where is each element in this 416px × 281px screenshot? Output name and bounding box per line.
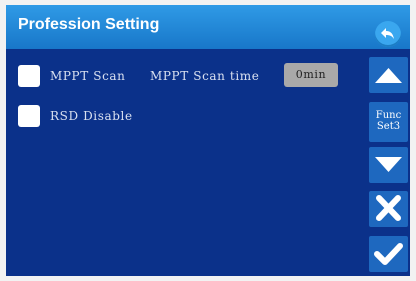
rsd-disable-label: RSD Disable	[50, 109, 133, 123]
rsd-disable-checkbox[interactable]	[18, 105, 40, 127]
header-bar: Profession Setting	[6, 5, 410, 49]
func-set3-button[interactable]: Func Set3	[369, 102, 408, 142]
mppt-scan-time-label: MPPT Scan time	[150, 69, 260, 83]
cancel-button[interactable]	[369, 191, 408, 227]
back-button[interactable]	[375, 21, 401, 47]
triangle-up-icon	[375, 68, 402, 83]
up-button[interactable]	[369, 57, 408, 93]
set3-label: Set3	[376, 121, 401, 132]
mppt-scan-label: MPPT Scan	[50, 69, 126, 83]
triangle-down-icon	[375, 157, 402, 172]
mppt-scan-checkbox[interactable]	[18, 65, 40, 87]
page-title: Profession Setting	[18, 16, 160, 33]
back-arrow-icon	[381, 28, 394, 39]
check-icon	[374, 243, 403, 265]
mppt-scan-time-field[interactable]: 0min	[284, 63, 338, 87]
func-label: Func	[375, 110, 402, 121]
down-button[interactable]	[369, 147, 408, 183]
screen: Profession Setting MPPT Scan MPPT Scan t…	[6, 5, 410, 276]
confirm-button[interactable]	[369, 236, 408, 272]
x-icon	[376, 195, 401, 221]
